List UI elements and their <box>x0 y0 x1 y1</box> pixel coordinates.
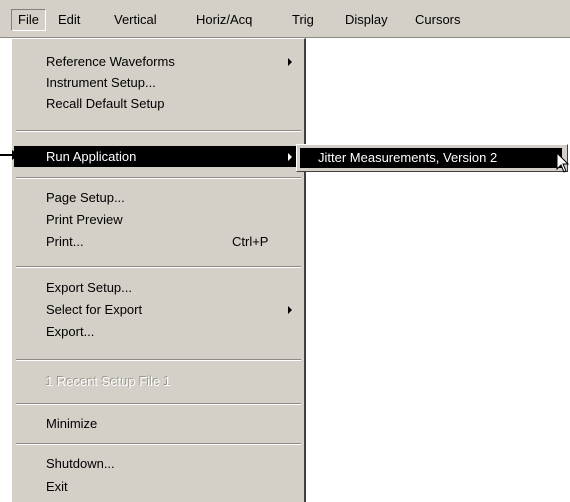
menu-item-select-for-export[interactable]: Select for Export <box>14 299 303 320</box>
menu-item-instrument-setup[interactable]: Instrument Setup... <box>14 72 303 93</box>
file-menu-dropdown: Reference Waveforms Instrument Setup... … <box>11 38 306 502</box>
callout-arrow-icon <box>12 150 19 160</box>
menu-item-label: Recall Default Setup <box>46 96 165 111</box>
menu-separator <box>16 403 301 405</box>
menu-item-label: Print Preview <box>46 212 123 227</box>
menu-display[interactable]: Display <box>339 10 394 30</box>
menu-trig[interactable]: Trig <box>286 10 320 30</box>
menu-item-label: Instrument Setup... <box>46 75 156 90</box>
menu-separator <box>16 443 301 445</box>
print-shortcut: Ctrl+P <box>232 234 269 249</box>
mouse-pointer-icon <box>556 152 570 173</box>
menu-item-label: Export Setup... <box>46 280 132 295</box>
submenu-arrow-icon <box>288 58 292 66</box>
menu-file[interactable]: File <box>11 9 46 31</box>
menu-item-shutdown[interactable]: Shutdown... <box>14 453 303 474</box>
menu-item-label: Page Setup... <box>46 190 125 205</box>
menu-item-recall-default-setup[interactable]: Recall Default Setup <box>14 93 303 114</box>
menu-item-label: Print... <box>46 234 84 249</box>
menu-item-label: Select for Export <box>46 302 143 317</box>
menu-item-label: Reference Waveforms <box>46 54 175 69</box>
menu-separator <box>16 266 301 268</box>
menu-separator <box>16 177 301 179</box>
menu-item-export-setup[interactable]: Export Setup... <box>14 277 303 298</box>
menu-item-page-setup[interactable]: Page Setup... <box>14 187 303 208</box>
menu-item-label: Minimize <box>46 416 98 431</box>
menu-item-label: Exit <box>46 479 68 494</box>
menu-horiz-acq[interactable]: Horiz/Acq <box>190 10 258 30</box>
menu-item-export[interactable]: Export... <box>14 321 303 342</box>
menu-item-run-application[interactable]: Run Application <box>14 146 303 167</box>
run-application-submenu: Jitter Measurements, Version 2 <box>296 144 568 172</box>
menu-item-recent-setup-file: 1 Recent Setup File 1 <box>14 371 303 392</box>
menu-item-exit[interactable]: Exit <box>14 476 303 497</box>
menu-item-label: Run Application <box>46 149 137 164</box>
menu-item-print[interactable]: Print... Ctrl+P <box>14 231 303 252</box>
menu-item-minimize[interactable]: Minimize <box>14 413 303 434</box>
menu-item-label: Shutdown... <box>46 456 115 471</box>
menu-vertical[interactable]: Vertical <box>108 10 163 30</box>
menu-separator <box>16 130 301 132</box>
menu-bar: File Edit Vertical Horiz/Acq Trig Displa… <box>0 0 570 38</box>
submenu-item-jitter-measurements[interactable]: Jitter Measurements, Version 2 <box>300 148 562 168</box>
menu-item-print-preview[interactable]: Print Preview <box>14 209 303 230</box>
menu-cursors[interactable]: Cursors <box>409 10 467 30</box>
submenu-arrow-icon <box>288 306 292 314</box>
menu-item-label: 1 Recent Setup File 1 <box>46 374 172 389</box>
menu-separator <box>16 359 301 361</box>
submenu-arrow-icon <box>288 153 292 161</box>
menu-item-reference-waveforms[interactable]: Reference Waveforms <box>14 51 303 72</box>
menu-edit[interactable]: Edit <box>52 10 86 30</box>
menu-item-label: Export... <box>46 324 95 339</box>
